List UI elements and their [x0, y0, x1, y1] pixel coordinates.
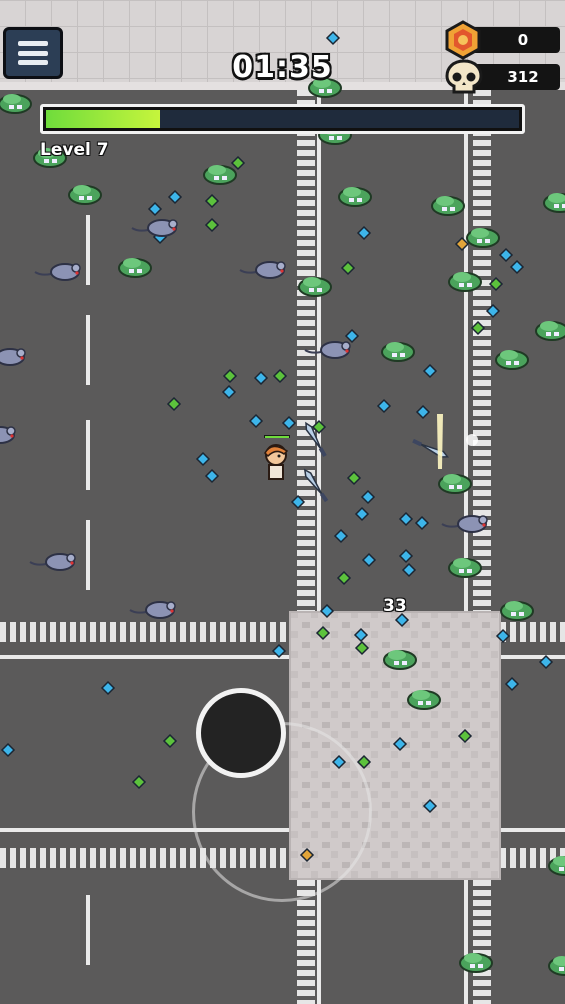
blue-xp-gem	[504, 676, 520, 692]
blue-xp-gem	[333, 528, 349, 544]
blue-xp-gem	[414, 515, 430, 531]
slime-enemy	[448, 272, 482, 292]
green-xp-gem	[346, 470, 362, 486]
player-character	[264, 435, 290, 480]
rat-enemy	[0, 348, 26, 366]
blue-xp-gem	[398, 511, 414, 527]
game-stage[interactable]: 01:35 0 312 Level 7 33	[0, 0, 565, 1004]
joystick-knob[interactable]	[196, 688, 286, 778]
blue-xp-gem	[361, 552, 377, 568]
crosswalk-right	[473, 90, 491, 615]
green-xp-gem	[272, 368, 288, 384]
xp-fill	[46, 110, 160, 128]
slime-enemy	[203, 165, 237, 185]
green-xp-gem	[204, 193, 220, 209]
slime-enemy	[500, 601, 534, 621]
slime-enemy	[448, 558, 482, 578]
blue-xp-gem	[167, 189, 183, 205]
slime-enemy	[548, 956, 565, 976]
green-xp-gem	[222, 368, 238, 384]
slime-enemy	[381, 342, 415, 362]
skull-icon	[445, 59, 483, 94]
slime-enemy	[338, 187, 372, 207]
blue-xp-gem	[344, 328, 360, 344]
slime-enemy	[459, 953, 493, 973]
blue-xp-gem	[422, 363, 438, 379]
knife-projectile	[412, 438, 450, 458]
damage-number: 33	[383, 596, 407, 616]
slime-enemy	[383, 650, 417, 670]
hexagon-coin-icon	[445, 20, 481, 60]
crosswalk-upper	[0, 622, 290, 642]
level-label: Level 7	[40, 140, 109, 160]
slime-enemy	[438, 474, 472, 494]
green-xp-gem	[488, 276, 504, 292]
rat-enemy	[441, 515, 488, 533]
blue-xp-gem	[354, 506, 370, 522]
green-xp-gem	[230, 155, 246, 171]
slime-enemy	[0, 94, 32, 114]
rat-enemy	[129, 601, 176, 619]
blue-xp-gem	[509, 259, 525, 275]
green-xp-gem	[204, 217, 220, 233]
blue-xp-gem	[398, 548, 414, 564]
blue-xp-gem	[415, 404, 431, 420]
green-xp-gem	[166, 396, 182, 412]
blue-xp-gem	[248, 413, 264, 429]
blue-xp-gem	[360, 489, 376, 505]
gold-counter: 0	[470, 27, 560, 53]
green-xp-gem	[336, 570, 352, 586]
blue-xp-gem	[401, 562, 417, 578]
blue-xp-gem	[498, 247, 514, 263]
blue-xp-gem	[253, 370, 269, 386]
slime-enemy	[543, 193, 565, 213]
rat-enemy	[131, 219, 178, 237]
hit-flash	[437, 414, 478, 469]
rat-enemy	[0, 426, 16, 444]
slime-enemy	[431, 196, 465, 216]
blue-xp-gem	[356, 225, 372, 241]
slime-enemy	[466, 228, 500, 248]
slime-enemy	[118, 258, 152, 278]
blue-xp-gem	[376, 398, 392, 414]
green-xp-gem	[162, 733, 178, 749]
rat-enemy	[29, 553, 76, 571]
green-xp-gem	[340, 260, 356, 276]
slime-enemy	[68, 185, 102, 205]
blue-xp-gem	[281, 415, 297, 431]
blue-xp-gem	[147, 201, 163, 217]
green-xp-gem	[131, 774, 147, 790]
rat-enemy	[239, 261, 286, 279]
slime-enemy	[298, 277, 332, 297]
blue-xp-gem	[204, 468, 220, 484]
xp-bar	[40, 104, 525, 134]
blue-xp-gem	[0, 742, 16, 758]
blue-xp-gem	[221, 384, 237, 400]
blue-xp-gem	[100, 680, 116, 696]
slime-enemy	[535, 321, 565, 341]
rat-enemy	[34, 263, 81, 281]
slime-enemy	[495, 350, 529, 370]
blue-xp-gem	[195, 451, 211, 467]
slime-enemy	[407, 690, 441, 710]
